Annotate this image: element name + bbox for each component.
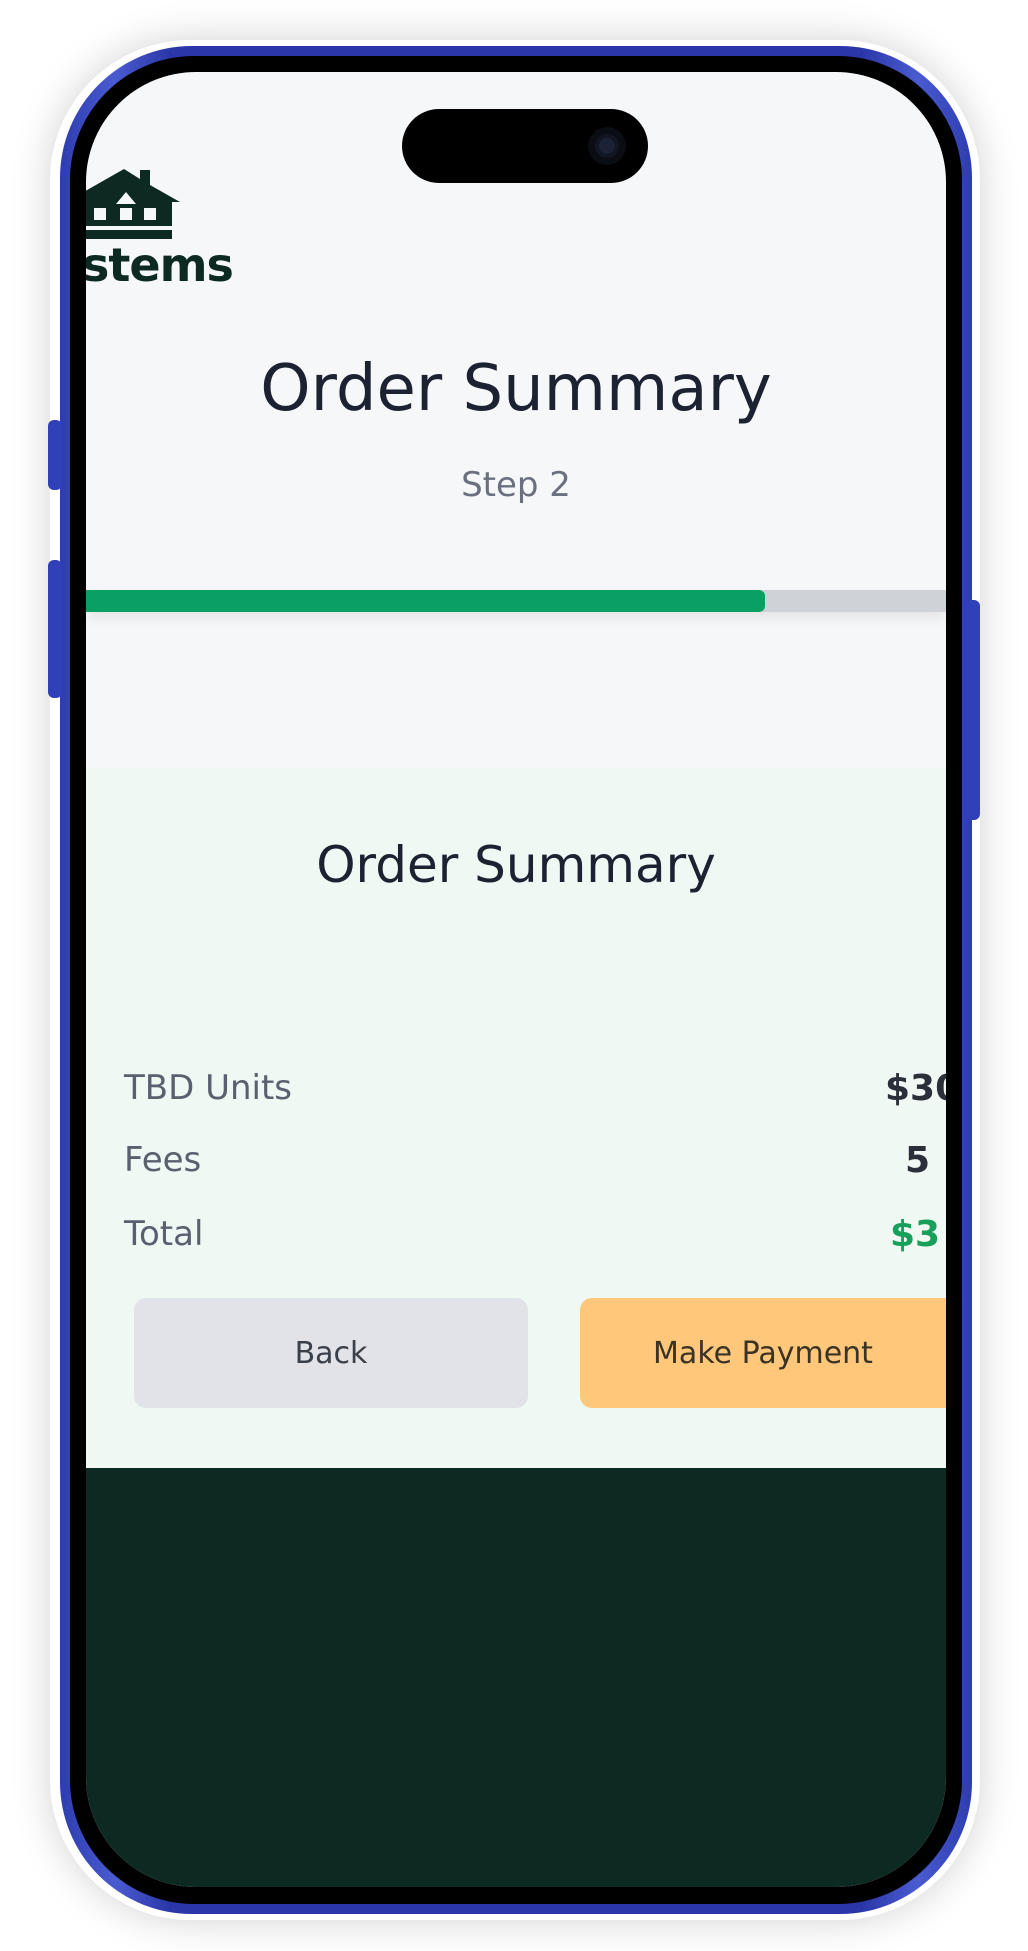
row-label: Fees — [124, 1140, 202, 1180]
summary-title: Order Summary — [316, 836, 716, 894]
make-payment-button[interactable]: Make Payment — [580, 1298, 946, 1408]
summary-row-fees: Fees 5 — [124, 1140, 946, 1190]
app-screen: stems Order Summary Step 2 Order Summary… — [86, 72, 946, 1887]
step-indicator: Step 2 — [461, 465, 571, 505]
row-label: Total — [124, 1214, 204, 1254]
camera-icon — [588, 127, 626, 165]
house-logo-icon[interactable] — [86, 164, 200, 244]
page-title: Order Summary — [260, 352, 772, 426]
footer — [86, 1468, 946, 1887]
brand-wordmark: stems — [86, 238, 234, 292]
row-label: TBD Units — [124, 1068, 293, 1108]
volume-button — [48, 560, 62, 698]
progress-bar-fill — [86, 590, 766, 612]
total-value: $3 — [890, 1214, 941, 1255]
power-button — [966, 600, 980, 820]
summary-row-units: TBD Units $30 — [124, 1068, 946, 1118]
progress-bar — [86, 590, 946, 612]
row-value: $30 — [885, 1068, 946, 1109]
back-button[interactable]: Back — [134, 1298, 528, 1408]
dynamic-island — [402, 109, 648, 183]
summary-row-total: Total $3 — [124, 1214, 946, 1264]
row-value: 5 — [905, 1140, 931, 1181]
action-button — [48, 420, 62, 490]
